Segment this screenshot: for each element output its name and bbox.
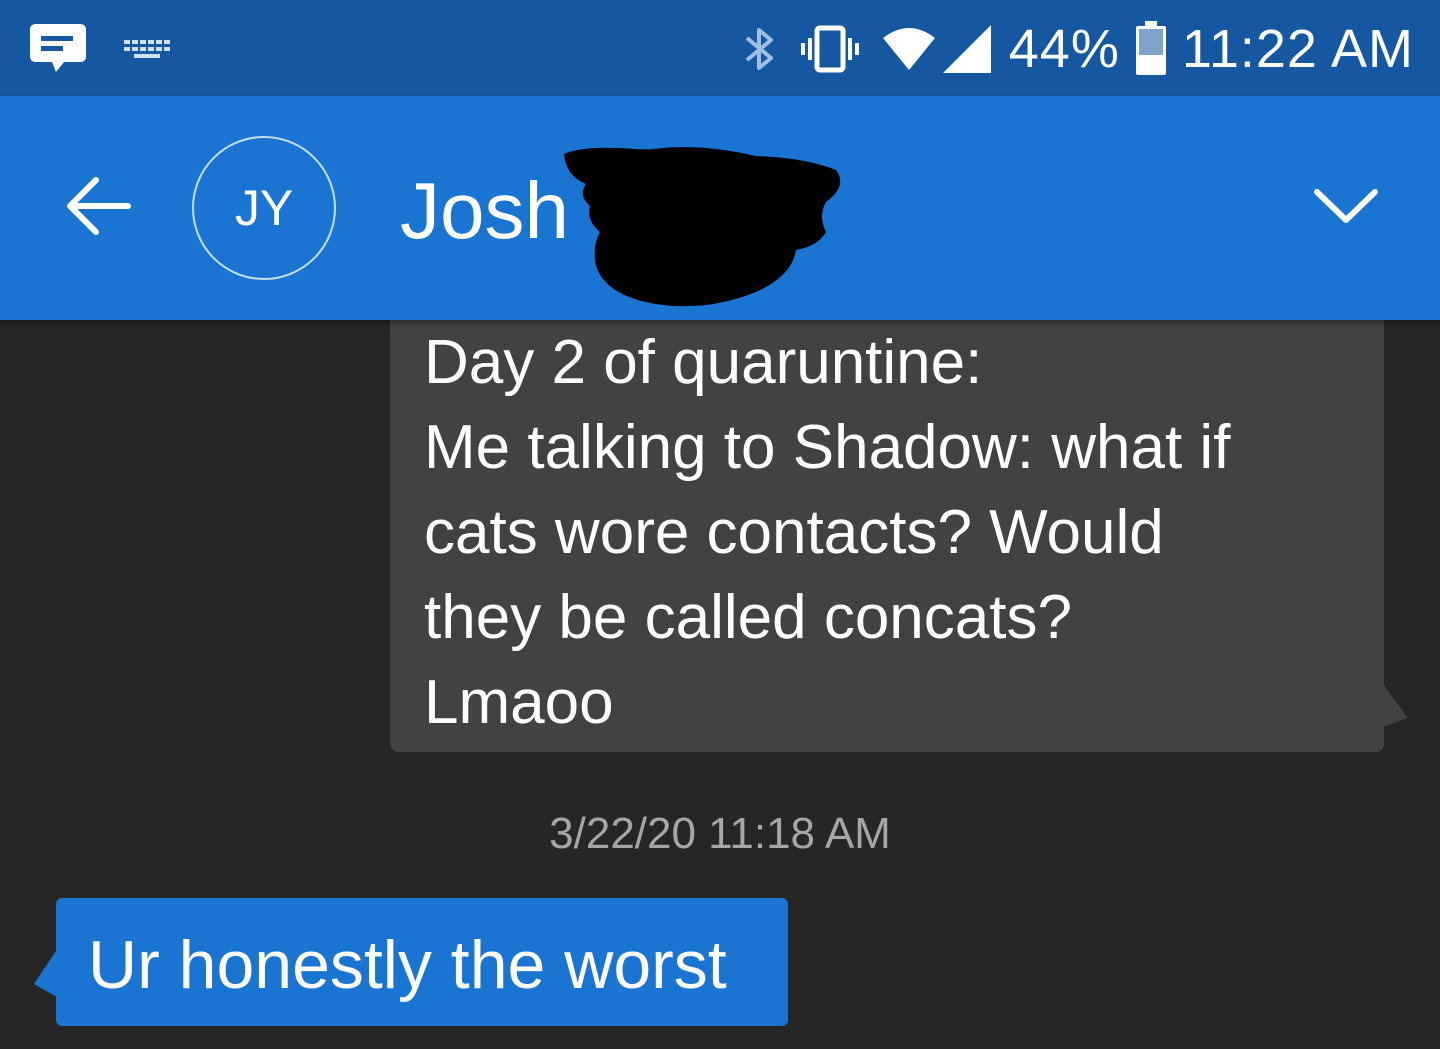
back-button[interactable] — [58, 171, 136, 241]
incoming-message-text: Day 2 of quaruntine: Me talking to Shado… — [424, 328, 1231, 737]
message-thread[interactable]: Day 2 of quaruntine: Me talking to Shado… — [0, 280, 1440, 1049]
chevron-down-icon — [1314, 189, 1378, 223]
outgoing-message-text: Ur honestly the worst — [88, 927, 727, 1003]
battery-percent: 44% — [1008, 19, 1120, 79]
redaction-scribble — [564, 147, 841, 307]
screen: 44% 11:22 AM JY Josh Day 2 of quaruntine… — [0, 0, 1440, 1049]
incoming-bubble-tail — [1380, 680, 1408, 728]
battery-icon — [1134, 21, 1168, 77]
status-right-group: 44% 11:22 AM — [743, 14, 1414, 84]
contact-avatar[interactable]: JY — [192, 136, 336, 280]
message-timestamp: 3/22/20 11:18 AM — [549, 809, 891, 858]
conversation-header: JY Josh — [0, 96, 1440, 320]
status-left-group — [28, 22, 172, 78]
signal-icon — [939, 23, 995, 75]
status-bar: 44% 11:22 AM — [0, 0, 1440, 96]
vibrate-icon — [799, 24, 861, 74]
clock-time: 11:22 AM — [1181, 19, 1414, 79]
avatar-initials: JY — [234, 180, 294, 236]
back-arrow-icon — [67, 177, 131, 235]
expand-button[interactable] — [1304, 176, 1388, 236]
messages-notification-icon — [28, 22, 88, 78]
contact-name[interactable]: Josh — [400, 166, 569, 256]
keyboard-icon — [122, 36, 172, 64]
wifi-icon — [881, 26, 937, 72]
bluetooth-icon — [743, 24, 777, 74]
